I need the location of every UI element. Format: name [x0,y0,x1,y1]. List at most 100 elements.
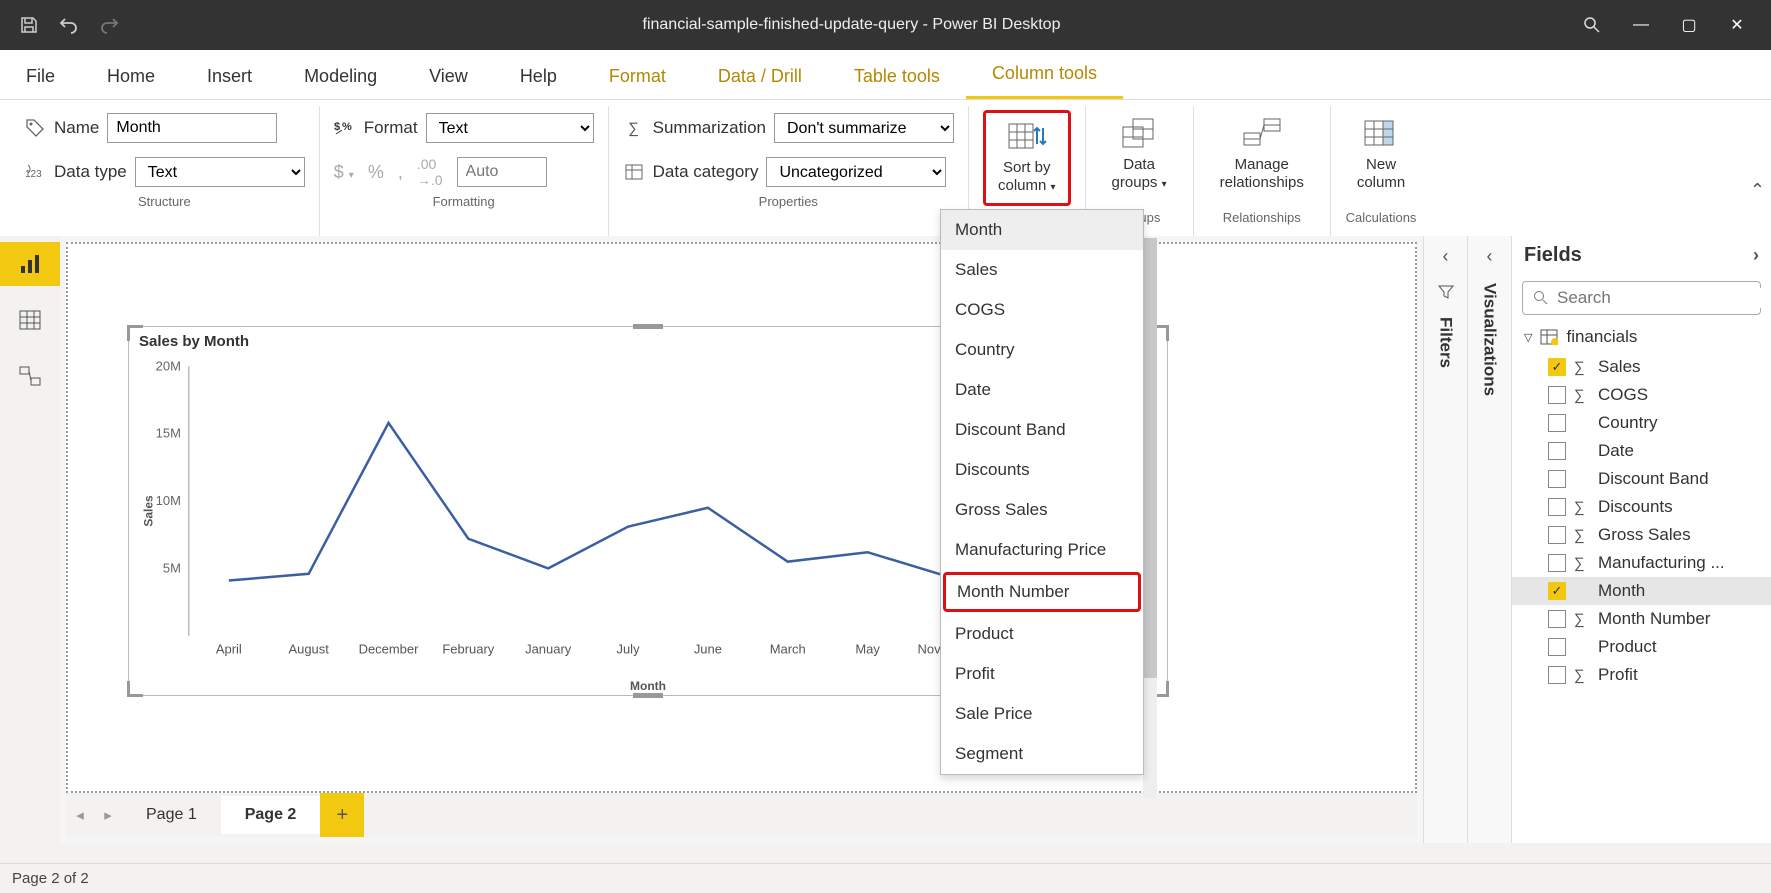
titlebar: financial-sample-finished-update-query -… [0,0,1771,50]
datatype-select[interactable]: Text [135,157,305,187]
fields-search[interactable] [1522,281,1761,315]
field-item[interactable]: ∑Gross Sales [1512,521,1771,549]
save-icon[interactable] [18,14,40,36]
sort-by-column-dropdown: MonthSalesCOGSCountryDateDiscount BandDi… [940,209,1144,775]
field-checkbox[interactable] [1548,470,1566,488]
category-icon [623,161,645,183]
model-view-button[interactable] [0,354,60,398]
field-item[interactable]: ∑Manufacturing ... [1512,549,1771,577]
tab-home[interactable]: Home [81,54,181,99]
tab-insert[interactable]: Insert [181,54,278,99]
field-checkbox[interactable] [1548,526,1566,544]
search-icon[interactable] [1583,16,1603,34]
tab-file[interactable]: File [0,54,81,99]
statusbar: Page 2 of 2 [0,863,1771,893]
report-view-button[interactable] [0,242,60,286]
field-item[interactable]: ∑Discounts [1512,493,1771,521]
redo-icon[interactable] [98,14,120,36]
sort-option[interactable]: Product [941,614,1143,654]
tab-view[interactable]: View [403,54,494,99]
page-tab[interactable]: Page 1 [122,796,221,834]
report-canvas[interactable]: · · · Sales by Month Sales 5M10M15M20MAp… [66,242,1417,793]
field-checkbox[interactable] [1548,666,1566,684]
page-prev-icon[interactable]: ◂ [66,806,94,824]
group-label-relationships: Relationships [1208,210,1316,232]
page-tab[interactable]: Page 2 [221,796,321,834]
field-checkbox[interactable] [1548,610,1566,628]
field-item[interactable]: ∑Month Number [1512,605,1771,633]
field-checkbox[interactable] [1548,414,1566,432]
tab-table-tools[interactable]: Table tools [828,54,966,99]
field-checkbox[interactable] [1548,554,1566,572]
minimize-icon[interactable]: — [1631,16,1651,34]
sort-option[interactable]: Manufacturing Price [941,530,1143,570]
currency-icon[interactable]: $ ▾ [334,162,354,183]
data-category-select[interactable]: Uncategorized [766,157,946,187]
field-item[interactable]: ✓Month [1512,577,1771,605]
sigma-icon: ∑ [1574,527,1590,544]
sort-option[interactable]: Profit [941,654,1143,694]
add-page-button[interactable]: + [320,793,364,837]
field-checkbox[interactable]: ✓ [1548,582,1566,600]
close-icon[interactable]: ✕ [1727,15,1747,35]
chevron-right-icon[interactable]: › [1753,245,1759,266]
field-item[interactable]: Country [1512,409,1771,437]
format-select[interactable]: Text [426,113,594,143]
field-item[interactable]: ∑Profit [1512,661,1771,689]
decimal-places-input[interactable] [457,157,547,187]
manage-relationships-button[interactable]: Managerelationships [1208,110,1316,206]
field-item[interactable]: Product [1512,633,1771,661]
svg-text:March: March [770,642,806,657]
maximize-icon[interactable]: ▢ [1679,15,1699,35]
tab-format[interactable]: Format [583,54,692,99]
sort-option[interactable]: Discount Band [941,410,1143,450]
fields-table[interactable]: ▽ financials [1512,321,1771,353]
new-column-button[interactable]: Newcolumn [1345,110,1417,206]
field-item[interactable]: ∑COGS [1512,381,1771,409]
sort-option[interactable]: Sale Price [941,694,1143,734]
summarization-select[interactable]: Don't summarize [774,113,954,143]
field-item[interactable]: Date [1512,437,1771,465]
sort-option[interactable]: Month Number [943,572,1141,612]
ribbon-collapse-icon[interactable]: ⌃ [1750,180,1765,201]
field-checkbox[interactable] [1548,386,1566,404]
tab-help[interactable]: Help [494,54,583,99]
tab-column-tools[interactable]: Column tools [966,51,1123,99]
tab-data-drill[interactable]: Data / Drill [692,54,828,99]
field-checkbox[interactable] [1548,498,1566,516]
data-view-button[interactable] [0,298,60,342]
visualizations-pane-collapsed[interactable]: ‹ Visualizations [1467,236,1511,843]
name-input[interactable] [107,113,277,143]
filters-pane-collapsed[interactable]: ‹ Filters [1423,236,1467,843]
sort-option[interactable]: Country [941,330,1143,370]
fields-pane: Fields› ▽ financials ✓∑Sales∑COGSCountry… [1511,236,1771,843]
sort-option[interactable]: Month [941,210,1143,250]
sort-option[interactable]: Date [941,370,1143,410]
page-next-icon[interactable]: ▸ [94,806,122,824]
window-title: financial-sample-finished-update-query -… [120,16,1583,34]
table-name: financials [1566,327,1637,347]
percent-icon[interactable]: % [368,162,384,183]
data-groups-button[interactable]: Datagroups ▾ [1100,110,1179,206]
fields-search-input[interactable] [1557,288,1771,308]
field-label: Country [1598,413,1658,433]
undo-icon[interactable] [58,14,80,36]
svg-text:%: % [342,121,352,133]
sort-option[interactable]: Discounts [941,450,1143,490]
dropdown-scrollbar[interactable] [1143,238,1157,798]
field-item[interactable]: Discount Band [1512,465,1771,493]
field-checkbox[interactable]: ✓ [1548,358,1566,376]
sort-by-column-button[interactable]: Sort bycolumn ▾ [983,110,1071,206]
decimals-icon[interactable]: .00→.0 [417,156,443,188]
field-checkbox[interactable] [1548,638,1566,656]
field-item[interactable]: ✓∑Sales [1512,353,1771,381]
thousands-icon[interactable]: , [398,162,403,183]
sort-option[interactable]: Segment [941,734,1143,774]
table-icon [1540,329,1558,345]
sort-option[interactable]: COGS [941,290,1143,330]
sort-option[interactable]: Sales [941,250,1143,290]
group-label-calculations: Calculations [1345,210,1417,232]
tab-modeling[interactable]: Modeling [278,54,403,99]
field-checkbox[interactable] [1548,442,1566,460]
sort-option[interactable]: Gross Sales [941,490,1143,530]
